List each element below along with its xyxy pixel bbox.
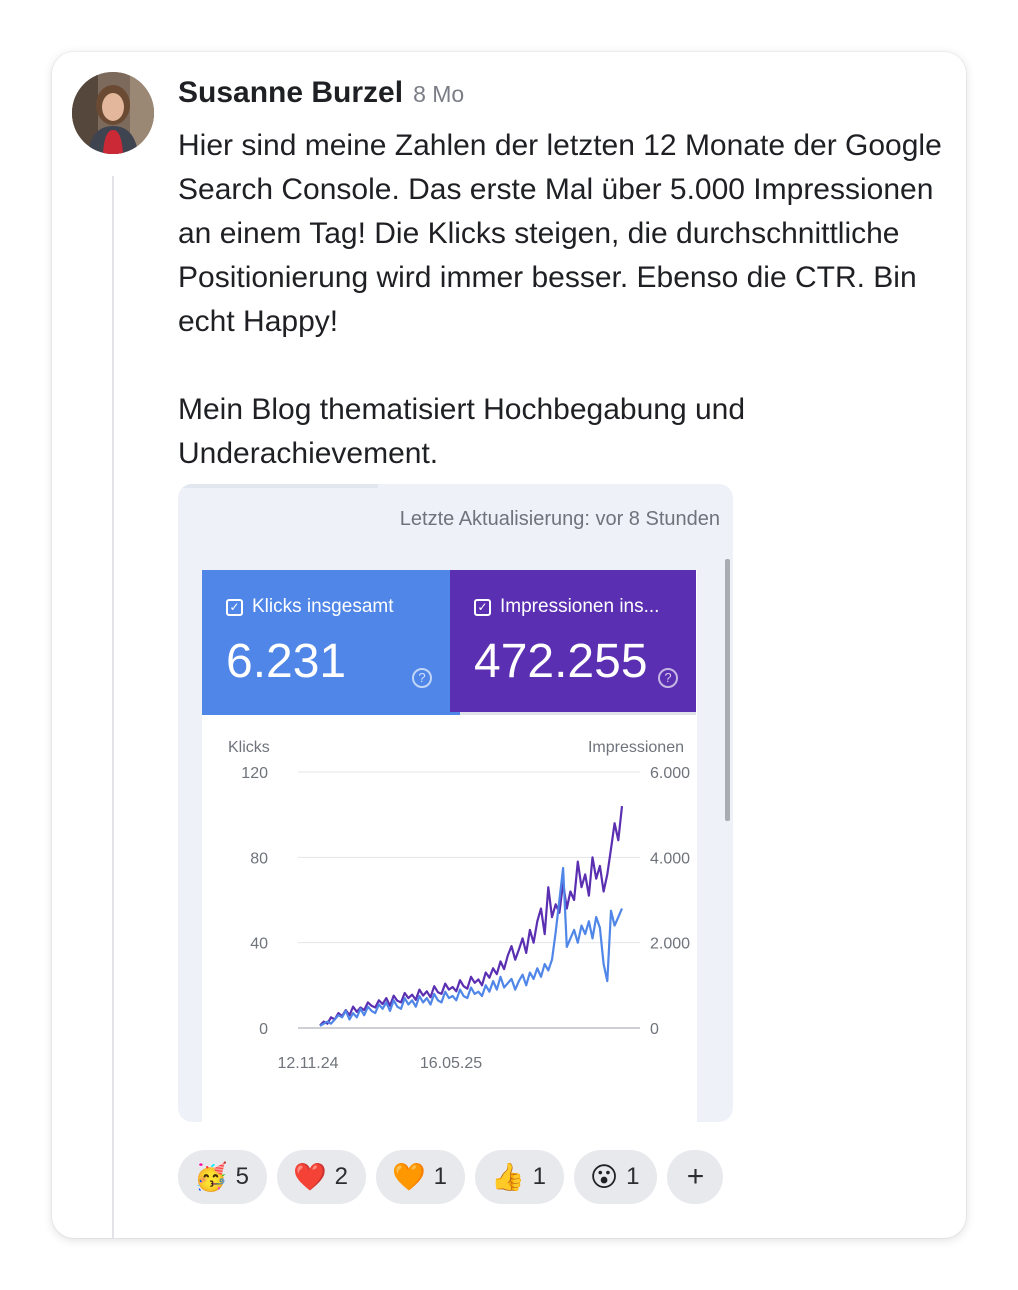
add-reaction-button[interactable]: + bbox=[667, 1150, 724, 1204]
thread-line bbox=[112, 176, 114, 1238]
reaction-button[interactable]: 😮 1 bbox=[573, 1150, 658, 1204]
series-line-impressionen bbox=[319, 805, 624, 1027]
reaction-emoji-icon: 😮 bbox=[589, 1161, 619, 1192]
last-updated-text: Letzte Aktualisierung: vor 8 Stunden bbox=[399, 508, 720, 530]
reaction-emoji-icon: ❤️ bbox=[292, 1161, 327, 1192]
reactions-bar: 🥳 5 ❤️ 2 🧡 1 👍 1 😮 1 + bbox=[178, 1150, 724, 1204]
performance-panel: ✓ Klicks insgesamt 6.231 ? ✓ Impressione… bbox=[202, 570, 697, 1122]
timestamp[interactable]: 8 Mo bbox=[413, 81, 464, 108]
comment-header: Susanne Burzel 8 Mo bbox=[178, 76, 464, 110]
left-axis-title: Klicks bbox=[228, 739, 270, 756]
reaction-count: 2 bbox=[334, 1163, 348, 1190]
right-tick-label: 0 bbox=[650, 1021, 659, 1038]
reaction-button[interactable]: ❤️ 2 bbox=[276, 1150, 366, 1204]
reaction-button[interactable]: 🥳 5 bbox=[178, 1150, 267, 1204]
right-tick-label: 6.000 bbox=[650, 765, 690, 782]
reaction-emoji-icon: 🧡 bbox=[391, 1161, 426, 1192]
left-tick-label: 80 bbox=[250, 850, 268, 867]
performance-chart: Klicks Impressionen 0 0 40 2.000 80 4.000 120 6… bbox=[228, 739, 690, 1072]
comment-paragraph: Hier sind meine Zahlen der letzten 12 Mo… bbox=[178, 129, 942, 338]
image-top-tab bbox=[178, 484, 378, 488]
avatar-photo bbox=[72, 72, 154, 154]
right-tick-label: 4.000 bbox=[650, 850, 690, 867]
series-line-klicks bbox=[319, 866, 624, 1027]
reaction-emoji-icon: 🥳 bbox=[194, 1161, 228, 1192]
reaction-button[interactable]: 🧡 1 bbox=[375, 1150, 465, 1204]
left-tick-label: 0 bbox=[259, 1021, 268, 1038]
x-tick-label: 16.05.25 bbox=[420, 1055, 482, 1072]
right-tick-label: 2.000 bbox=[650, 936, 690, 953]
reaction-count: 1 bbox=[433, 1163, 447, 1190]
author-name[interactable]: Susanne Burzel bbox=[178, 76, 403, 110]
reaction-emoji-icon: 👍 bbox=[490, 1161, 525, 1192]
attached-image[interactable]: Letzte Aktualisierung: vor 8 Stunden ✓ K… bbox=[178, 484, 733, 1122]
reaction-button[interactable]: 👍 1 bbox=[474, 1150, 564, 1204]
x-tick-label: 12.11.24 bbox=[277, 1055, 338, 1072]
left-tick-label: 40 bbox=[250, 936, 268, 953]
reaction-count: 1 bbox=[626, 1163, 640, 1190]
reaction-count: 1 bbox=[532, 1163, 546, 1190]
right-axis-title: Impressionen bbox=[588, 739, 684, 756]
comment-paragraph: Mein Blog thematisiert Hochbegabung und … bbox=[178, 393, 746, 470]
scrollbar bbox=[725, 559, 730, 821]
comment-body: Hier sind meine Zahlen der letzten 12 Mo… bbox=[178, 124, 968, 476]
left-tick-label: 120 bbox=[241, 765, 268, 782]
avatar[interactable] bbox=[72, 72, 154, 154]
reaction-count: 5 bbox=[235, 1163, 249, 1190]
